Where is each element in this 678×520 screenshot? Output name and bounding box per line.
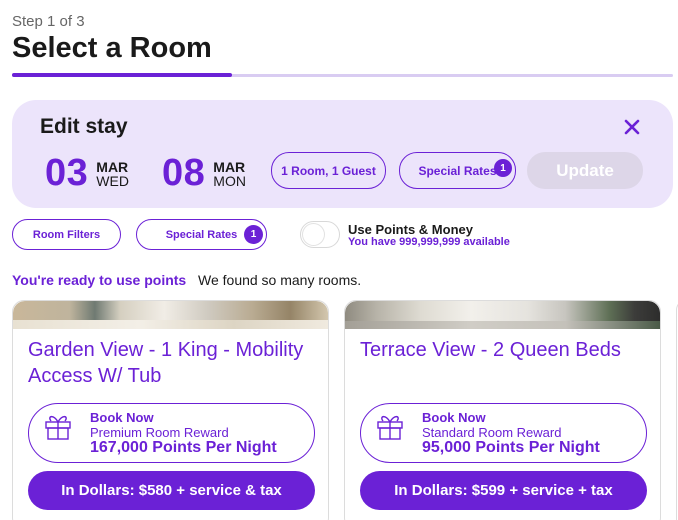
page-title: Select a Room: [12, 32, 212, 64]
room-name: Garden View - 1 King - Mobility Access W…: [28, 339, 304, 387]
check-out-day: 08: [162, 152, 206, 194]
room-card: Garden View - 1 King - Mobility Access W…: [12, 300, 329, 520]
reward-type: Standard Room Reward: [422, 425, 562, 440]
progress-bar-fill: [12, 73, 233, 77]
check-in-month: MAR: [96, 158, 129, 175]
points-money-toggle[interactable]: [300, 221, 340, 248]
ready-message: You're ready to use points: [12, 272, 187, 288]
room-image[interactable]: [345, 301, 660, 329]
filter-special-rates-badge: 1: [244, 225, 263, 244]
special-rates-button[interactable]: Special Rates 1: [399, 152, 516, 189]
reward-title: Book Now: [90, 410, 154, 425]
filter-special-rates-button[interactable]: Special Rates 1: [136, 219, 267, 250]
edit-stay-panel: Edit stay 03 MAR WED 08 MAR MON 1 Room, …: [12, 100, 673, 208]
close-icon[interactable]: [621, 116, 643, 138]
rooms-guests-label: 1 Room, 1 Guest: [281, 163, 376, 178]
room-filters-button[interactable]: Room Filters: [12, 219, 121, 250]
points-balance: You have 999,999,999 available: [348, 236, 510, 248]
reward-type: Premium Room Reward: [90, 425, 229, 440]
room-image[interactable]: [13, 301, 328, 329]
reward-points: 167,000 Points Per Night: [90, 439, 277, 456]
check-in-day: 03: [45, 152, 89, 194]
check-out-month: MAR: [213, 158, 246, 175]
rooms-guests-button[interactable]: 1 Room, 1 Guest: [271, 152, 386, 189]
check-in-date[interactable]: 03 MAR WED: [45, 152, 129, 195]
book-reward-button[interactable]: Book Now Standard Room Reward 95,000 Poi…: [360, 403, 647, 463]
check-out-weekday: MON: [213, 172, 246, 189]
room-filters-label: Room Filters: [32, 228, 101, 241]
room-card: Terrace View - 2 Queen Beds Book Now Sta…: [344, 300, 661, 520]
gift-icon: [375, 411, 405, 441]
book-reward-button[interactable]: Book Now Premium Room Reward 167,000 Poi…: [28, 403, 315, 463]
step-indicator: Step 1 of 3: [12, 13, 85, 30]
special-rates-label: Special Rates: [418, 163, 497, 178]
special-rates-badge: 1: [494, 159, 512, 177]
update-button[interactable]: Update: [527, 152, 643, 189]
book-dollars-button[interactable]: In Dollars: $599 + service + tax: [360, 471, 647, 510]
check-in-weekday: WED: [96, 172, 129, 189]
reward-title: Book Now: [422, 410, 486, 425]
check-out-date[interactable]: 08 MAR MON: [162, 152, 246, 195]
points-money-title: Use Points & Money: [348, 222, 473, 237]
reward-points: 95,000 Points Per Night: [422, 439, 600, 456]
progress-bar: [12, 73, 673, 77]
room-name: Terrace View - 2 Queen Beds: [360, 339, 621, 361]
gift-icon: [43, 411, 73, 441]
toggle-knob: [303, 224, 324, 245]
book-dollars-button[interactable]: In Dollars: $580 + service & tax: [28, 471, 315, 510]
results-count-message: We found so many rooms.: [198, 272, 362, 288]
edit-stay-title: Edit stay: [40, 115, 128, 138]
filter-special-rates-label: Special Rates: [165, 228, 238, 241]
